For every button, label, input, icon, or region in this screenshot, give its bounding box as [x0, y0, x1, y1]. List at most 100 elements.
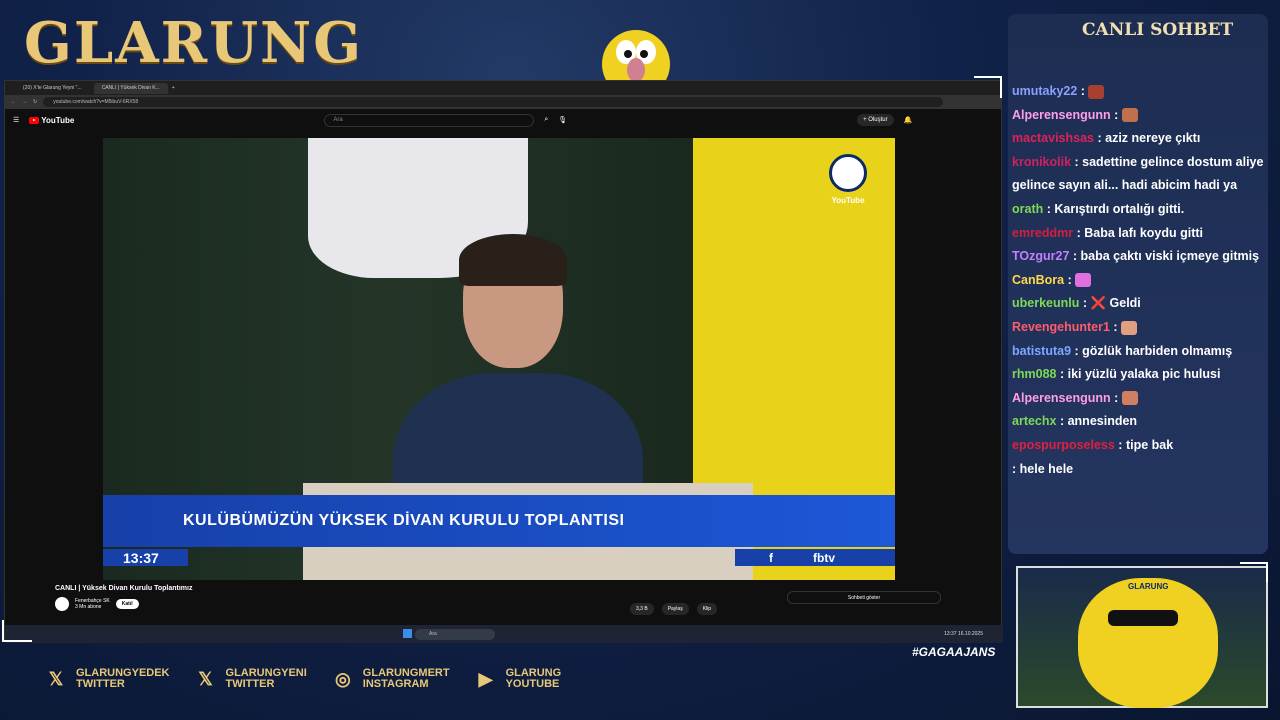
- forward-icon[interactable]: →: [22, 99, 27, 105]
- chat-title: CANLI SOHBET: [1082, 20, 1234, 40]
- social-link[interactable]: 𝕏 GLARUNGYENI TWITTER: [194, 668, 307, 690]
- browser-tab-x[interactable]: (20) X'te Glarung Yeyni "...: [15, 83, 90, 94]
- youtube-logo[interactable]: YouTube: [29, 116, 74, 125]
- facebook-icon: f: [769, 550, 773, 565]
- chat-message: Alperensengunn :: [1012, 104, 1270, 128]
- reload-icon[interactable]: ↻: [33, 99, 37, 105]
- chat-username[interactable]: TOzgur27: [1012, 249, 1069, 263]
- chat-text: tipe bak: [1125, 437, 1174, 452]
- chat-username[interactable]: artechx: [1012, 414, 1056, 428]
- chat-username[interactable]: CanBora: [1012, 273, 1064, 287]
- chat-message: TOzgur27 : baba çaktı viski içmeye gitmi…: [1012, 245, 1270, 269]
- chat-message: uberkeunlu : ❌ Geldi: [1012, 292, 1270, 316]
- chat-message: artechx : annesinden: [1012, 410, 1270, 434]
- chat-message: kronikolik : sadettine gelince dostum al…: [1012, 151, 1270, 198]
- chat-message: epospurposeless : tipe bak: [1012, 434, 1270, 458]
- chat-username[interactable]: Alperensengunn: [1012, 108, 1111, 122]
- chat-separator: :: [1077, 84, 1089, 98]
- chat-message: : hele hele: [1012, 458, 1270, 482]
- mic-icon[interactable]: 🎙: [558, 116, 567, 124]
- chat-username[interactable]: kronikolik: [1012, 155, 1071, 169]
- chat-text: gözlük harbiden olmamış: [1082, 343, 1233, 358]
- video-meta: CANLI | Yüksek Divan Kurulu Toplantımız …: [55, 585, 192, 611]
- share-button[interactable]: Paylaş: [661, 603, 689, 615]
- social-platform: TWITTER: [225, 678, 275, 690]
- browser-tab-bar: (20) X'te Glarung Yeyni "... CANLI | Yük…: [5, 81, 1001, 95]
- chat-separator: :: [1114, 437, 1126, 452]
- like-button[interactable]: 3,3 B: [630, 603, 654, 615]
- chat-username[interactable]: batistuta9: [1012, 344, 1071, 358]
- video-title: CANLI | Yüksek Divan Kurulu Toplantımız: [55, 585, 193, 592]
- chat-separator: :: [1069, 249, 1081, 264]
- chat-text: baba çaktı viski içmeye gitmiş: [1080, 249, 1260, 264]
- url-field[interactable]: youtube.com/watch?v=M5ibuV-6RX58: [43, 97, 944, 107]
- chat-separator: :: [1094, 131, 1106, 146]
- chat-message: Revengehunter1 :: [1012, 316, 1270, 340]
- taskbar-search[interactable]: Ara: [415, 628, 495, 640]
- browser-tab-youtube[interactable]: CANLI | Yüksek Divan K...: [93, 82, 168, 94]
- create-button[interactable]: + Oluştur: [857, 114, 894, 126]
- chat-username[interactable]: epospurposeless: [1012, 438, 1115, 452]
- chat-separator: :: [1110, 107, 1122, 122]
- chat-username[interactable]: mactavishsas: [1012, 131, 1094, 145]
- taskbar-clock: 13:37 16.10.2025: [944, 631, 983, 637]
- chat-message: CanBora :: [1012, 269, 1270, 293]
- chat-username[interactable]: uberkeunlu: [1012, 296, 1079, 310]
- chat-text: hele hele: [1019, 461, 1074, 476]
- video-player[interactable]: YouTube KULÜBÜMÜZÜN YÜKSEK DİVAN KURULU …: [103, 138, 895, 580]
- chat-text: ❌ Geldi: [1090, 296, 1141, 311]
- fenerbahce-crest: YouTube: [829, 154, 867, 205]
- search-input[interactable]: Ara: [324, 113, 535, 127]
- youtube-header: ☰ YouTube Ara ⌕ 🎙 + Oluştur 🔔: [5, 109, 1001, 131]
- browser-window: (20) X'te Glarung Yeyni "... CANLI | Yük…: [4, 80, 1003, 643]
- sunglasses-icon: [1108, 610, 1178, 626]
- cap-text: GLARUNG: [1128, 582, 1169, 591]
- chat-separator: :: [1071, 343, 1083, 358]
- chat-separator: :: [1071, 154, 1083, 169]
- chat-emote-icon: [1121, 391, 1138, 406]
- bell-icon[interactable]: 🔔: [904, 116, 913, 124]
- new-tab-icon[interactable]: +: [172, 85, 175, 91]
- back-icon[interactable]: ←: [11, 99, 16, 105]
- x-icon: 𝕏: [198, 668, 213, 689]
- video-network: f fbtv: [735, 549, 895, 566]
- chat-separator: :: [1056, 414, 1068, 429]
- join-button[interactable]: Katıl: [115, 599, 139, 609]
- chat-username[interactable]: umutaky22: [1012, 84, 1077, 98]
- chat-emote-icon: [1088, 84, 1105, 99]
- social-link[interactable]: ◎ GLARUNGMERT INSTAGRAM: [331, 668, 450, 690]
- channel-row: Fenerbahçe SK 3 Mn abone Katıl: [55, 597, 192, 611]
- chat-separator: :: [1043, 201, 1055, 216]
- youtube-icon: ▶: [478, 668, 493, 689]
- channel-avatar[interactable]: [55, 597, 69, 611]
- address-bar: ← → ↻ youtube.com/watch?v=M5ibuV-6RX58: [5, 95, 1001, 109]
- clip-button[interactable]: Klip: [696, 603, 718, 615]
- chat-emote-icon: [1121, 320, 1138, 335]
- show-chat-button[interactable]: Sohbeti göster: [787, 591, 941, 604]
- chat-username[interactable]: emreddmr: [1012, 226, 1073, 240]
- social-platform: TWITTER: [76, 678, 125, 690]
- menu-icon[interactable]: ☰: [13, 116, 19, 124]
- windows-start-icon[interactable]: [403, 629, 412, 638]
- chat-separator: :: [1064, 272, 1076, 287]
- search-icon[interactable]: ⌕: [544, 116, 548, 124]
- social-platform: YOUTUBE: [505, 678, 560, 690]
- brand-logo: GLARUNG: [24, 10, 364, 76]
- frame-corner: [1240, 562, 1268, 582]
- frame-corner: [2, 620, 32, 642]
- chat-text: Karıştırdı ortalığı gitti.: [1054, 201, 1185, 216]
- chat-text: annesinden: [1067, 414, 1138, 429]
- chat-username[interactable]: Revengehunter1: [1012, 320, 1110, 334]
- chat-separator: :: [1109, 319, 1122, 334]
- chat-text: Baba lafı koydu gitti: [1084, 225, 1204, 240]
- chat-username[interactable]: rhm088: [1012, 367, 1056, 381]
- social-link[interactable]: 𝕏 GLARUNGYEDEK TWITTER: [44, 668, 170, 690]
- chat-message: umutaky22 :: [1012, 80, 1270, 104]
- chat-separator: :: [1079, 296, 1091, 311]
- social-link[interactable]: ▶ GLARUNG YOUTUBE: [474, 668, 562, 690]
- chat-separator: :: [1012, 461, 1020, 476]
- video-clock: 13:37: [103, 549, 188, 566]
- chat-username[interactable]: Alperensengunn: [1012, 391, 1111, 405]
- social-links: 𝕏 GLARUNGYEDEK TWITTER 𝕏 GLARUNGYENI TWITTER ◎…: [44, 668, 561, 690]
- chat-username[interactable]: orath: [1012, 202, 1043, 216]
